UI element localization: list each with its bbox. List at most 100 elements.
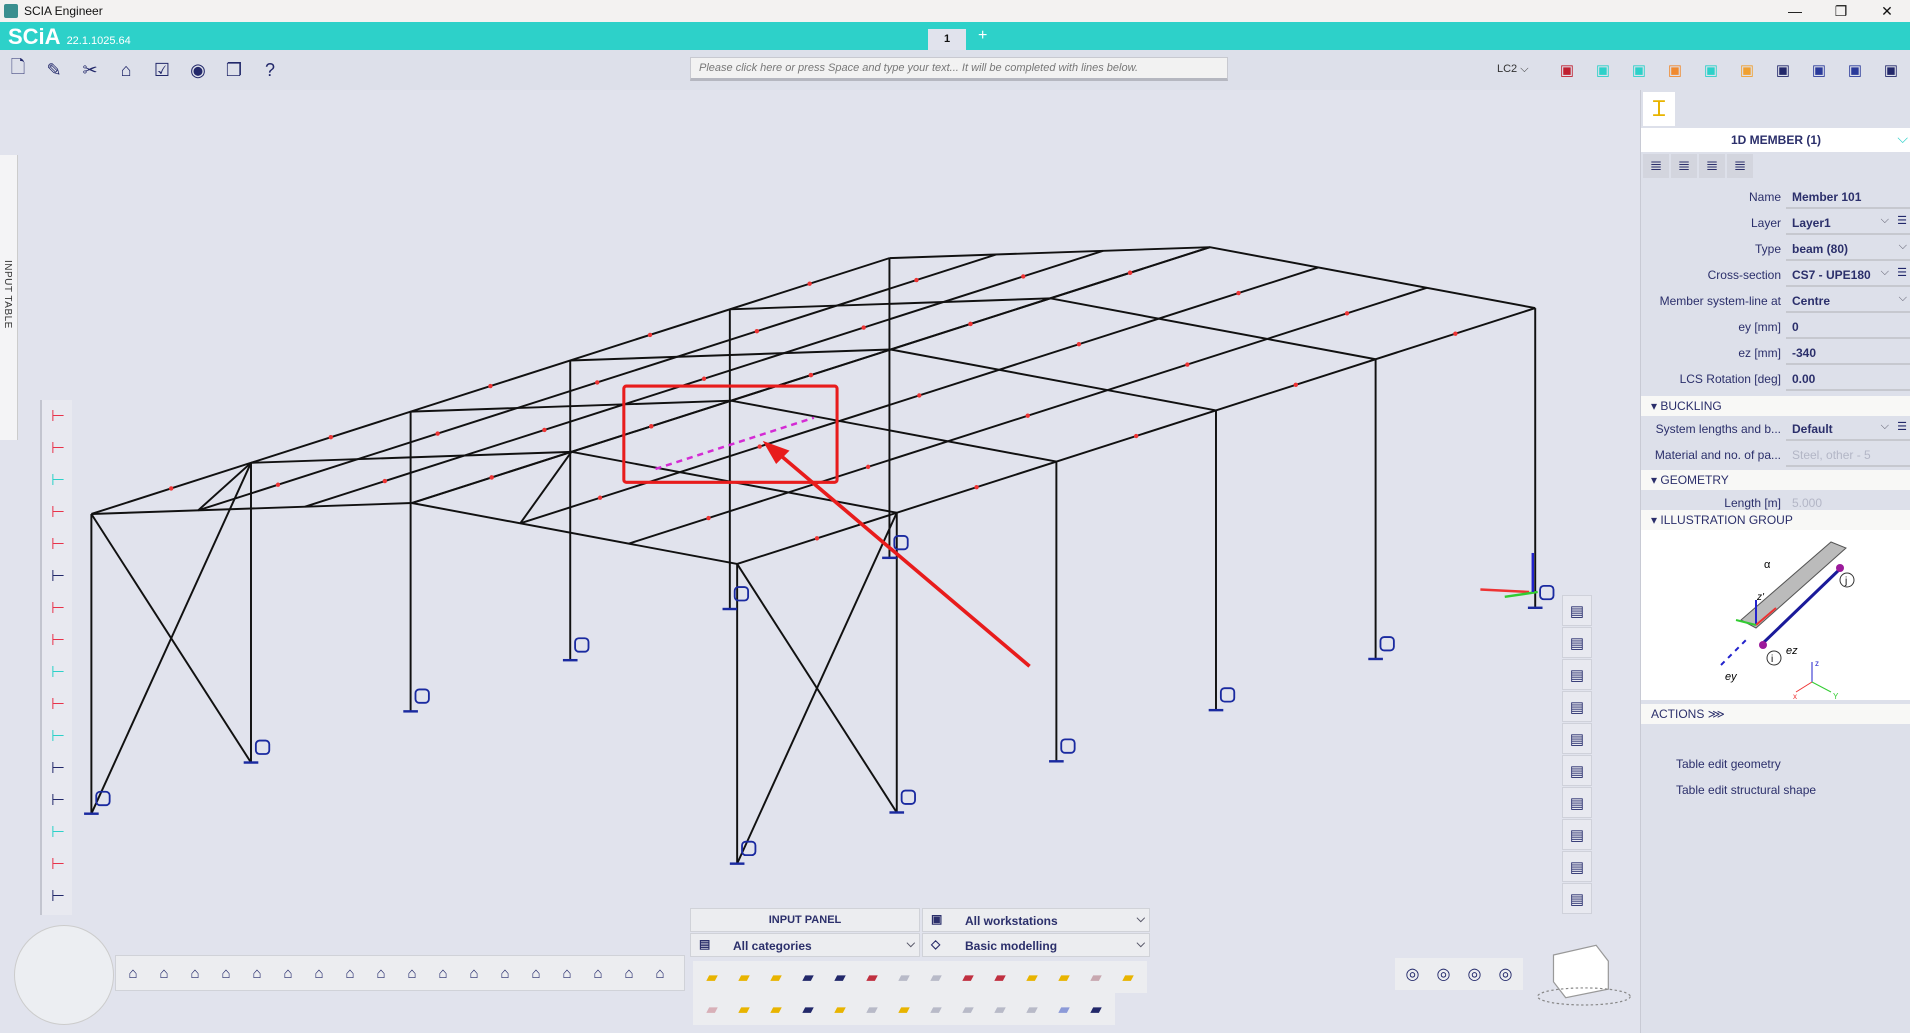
surface-support-icon[interactable]: ▰ — [1083, 964, 1109, 990]
mode-select[interactable]: ◇ Basic modelling ⌵ — [922, 933, 1150, 957]
support-icon[interactable]: ⌂ — [182, 965, 208, 982]
property-value[interactable]: Layer1 — [1786, 210, 1910, 235]
close-button[interactable]: ✕ — [1864, 0, 1910, 22]
settings-icon[interactable]: ☰ — [1897, 420, 1907, 433]
table-icon[interactable]: ⌂ — [585, 965, 611, 982]
restore-button[interactable]: ❐ — [1818, 0, 1864, 22]
column-icon[interactable]: ▰ — [763, 964, 789, 990]
cross-section-icon[interactable]: ⊢ — [42, 784, 74, 816]
surface-load-icon[interactable]: ▰ — [891, 996, 917, 1022]
property-value[interactable]: CS7 - UPE180 — [1786, 262, 1910, 287]
database-icon[interactable]: ▤ — [1562, 723, 1592, 754]
slab-c-icon[interactable]: ⌂ — [399, 965, 425, 982]
slab-a-icon[interactable]: ⌂ — [337, 965, 363, 982]
beam-icon[interactable]: ▰ — [699, 964, 725, 990]
dots-grid-icon[interactable]: ▤ — [1562, 819, 1592, 850]
check-model-icon[interactable]: ⊢ — [42, 816, 74, 848]
actions-header[interactable]: ACTIONS ⋙ — [1641, 704, 1910, 724]
loads-tab-icon[interactable]: ≣ — [1699, 154, 1725, 178]
plate-icon[interactable]: ▰ — [731, 964, 757, 990]
stairs-icon[interactable]: ⊢ — [42, 656, 74, 688]
action-table-edit-structural-shape[interactable]: Table edit structural shape — [1676, 783, 1816, 797]
ribbed-icon[interactable]: ▰ — [859, 964, 885, 990]
multi-support-icon[interactable]: ▰ — [1051, 964, 1077, 990]
open-book-icon[interactable]: ❐ — [222, 58, 246, 82]
tools-icon[interactable]: ✂ — [78, 58, 102, 82]
lcs-icon[interactable]: ⊢ — [42, 880, 74, 912]
minimize-button[interactable]: — — [1772, 0, 1818, 22]
connect-icon[interactable]: ⊢ — [42, 496, 74, 528]
gradient-icon[interactable]: ▰ — [1051, 996, 1077, 1022]
refresh-icon[interactable]: ▣ — [1663, 58, 1687, 82]
property-value[interactable]: beam (80) — [1786, 236, 1910, 261]
insert-node-icon[interactable]: ⊢ — [42, 464, 74, 496]
render-icon[interactable]: ◎ — [1461, 964, 1488, 984]
panel-icon[interactable]: ⌂ — [647, 965, 673, 982]
slab-d-icon[interactable]: ⌂ — [430, 965, 456, 982]
window-icon[interactable]: ▣ — [1771, 58, 1795, 82]
dimension-icon[interactable]: ▣ — [1627, 58, 1651, 82]
grid-icon[interactable]: ▣ — [1699, 58, 1723, 82]
buckling-section[interactable]: ▾ BUCKLING — [1641, 396, 1910, 416]
slab-b-icon[interactable]: ⌂ — [368, 965, 394, 982]
point-load-icon[interactable]: ▰ — [795, 996, 821, 1022]
section-icon[interactable]: ▤ — [1562, 787, 1592, 818]
split-icon[interactable]: ⊢ — [42, 688, 74, 720]
subregion-icon[interactable]: ▰ — [923, 964, 949, 990]
node-icon[interactable]: ⊢ — [42, 400, 74, 432]
delete-icon[interactable]: ⊢ — [42, 848, 74, 880]
filter-icon[interactable]: ⌂ — [616, 965, 642, 982]
property-value[interactable]: -340 — [1786, 340, 1910, 365]
view-icon[interactable]: ◉ — [186, 58, 210, 82]
workstation-wheel[interactable] — [14, 925, 114, 1025]
thermal-load-icon[interactable]: ▰ — [987, 996, 1013, 1022]
collapse-icon[interactable]: ⌵ — [1897, 130, 1908, 147]
tab-project-1[interactable]: 1 — [928, 29, 966, 50]
cross-link-icon[interactable]: ▰ — [763, 996, 789, 1022]
snap-icon[interactable]: ▣ — [1555, 58, 1579, 82]
cube-view-icon[interactable]: ◎ — [1430, 964, 1457, 984]
load-case-select[interactable]: LC2 ⌵ — [1497, 63, 1529, 76]
beam-view-icon[interactable]: ▤ — [1562, 627, 1592, 658]
point-support-icon[interactable]: ▰ — [987, 964, 1013, 990]
wall-icon[interactable]: ▰ — [827, 964, 853, 990]
subsoil-icon[interactable]: ▰ — [699, 996, 725, 1022]
chevron-down-icon[interactable]: ⌵ — [1899, 292, 1907, 305]
slab-icon[interactable]: ▰ — [795, 964, 821, 990]
person-icon[interactable]: ▤ — [1562, 659, 1592, 690]
add-node-icon[interactable]: ⌂ — [120, 965, 146, 982]
embedded-beam-icon[interactable]: ▰ — [1083, 996, 1109, 1022]
point-load-surface-icon[interactable]: ▰ — [859, 996, 885, 1022]
frame-icon[interactable]: ⊢ — [42, 592, 74, 624]
vertical-arrows-icon[interactable]: ▤ — [1562, 691, 1592, 722]
settings-icon[interactable]: ☰ — [1897, 266, 1907, 279]
new-document-icon[interactable]: 🗋 — [6, 57, 30, 82]
property-value[interactable]: 0 — [1786, 314, 1910, 339]
arch-b-icon[interactable]: ⌂ — [554, 965, 580, 982]
nodes-icon[interactable]: ⌂ — [151, 965, 177, 982]
command-input[interactable]: Please click here or press Space and typ… — [690, 57, 1228, 81]
layers-tab-icon[interactable]: ≣ — [1643, 154, 1669, 178]
workstation-select[interactable]: ▣ All workstations ⌵ — [922, 908, 1150, 932]
line-load-icon[interactable]: ▰ — [827, 996, 853, 1022]
mesh-refine-icon[interactable]: ⌂ — [244, 965, 270, 982]
paint-icon[interactable]: ⊢ — [42, 560, 74, 592]
download-icon[interactable]: ⊢ — [42, 720, 74, 752]
user-icon[interactable]: ▣ — [1879, 58, 1903, 82]
member-tab-icon[interactable]: ≣ — [1727, 154, 1753, 178]
member-icon[interactable]: ▤ — [1562, 755, 1592, 786]
chevron-down-icon[interactable]: ⌵ — [1899, 240, 1907, 253]
new-tab-button[interactable]: + — [978, 27, 987, 45]
cross-section-tab-icon[interactable]: ≣ — [1671, 154, 1697, 178]
mesh-icon[interactable]: ▰ — [955, 964, 981, 990]
chevron-down-icon[interactable]: ⌵ — [1881, 214, 1889, 227]
zoom-icon[interactable]: ◎ — [1399, 964, 1426, 984]
line-support-icon[interactable]: ▰ — [1019, 964, 1045, 990]
check-icon[interactable]: ☑ — [150, 58, 174, 82]
action-table-edit-geometry[interactable]: Table edit geometry — [1676, 757, 1781, 771]
structure-icon[interactable]: ⌂ — [114, 58, 138, 82]
layers-icon[interactable]: ⊢ — [42, 752, 74, 784]
wall-sup-icon[interactable]: ⌂ — [275, 965, 301, 982]
add-member-icon[interactable]: ⊢ — [42, 432, 74, 464]
property-value[interactable]: Centre — [1786, 288, 1910, 313]
